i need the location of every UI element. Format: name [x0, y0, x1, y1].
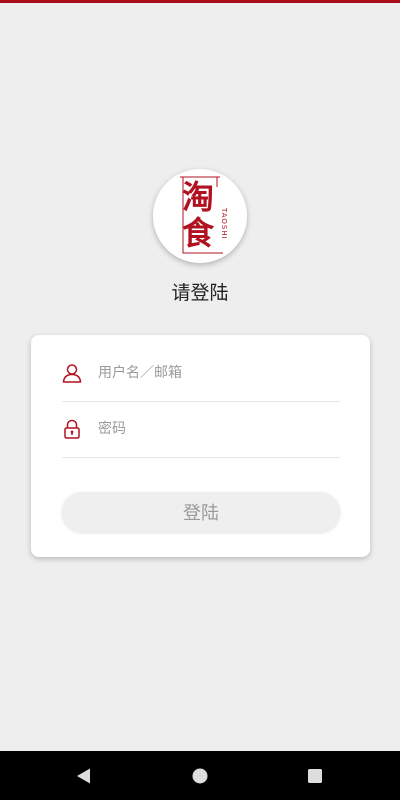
recents-square-icon[interactable] — [304, 765, 326, 787]
user-icon — [62, 364, 82, 383]
logo-char-tao: 淘 — [181, 178, 214, 216]
lock-icon — [64, 419, 80, 439]
app-logo: 淘 食 TAOSHI — [153, 169, 247, 263]
username-row — [62, 345, 340, 402]
password-input[interactable] — [98, 417, 328, 441]
login-button[interactable]: 登陆 — [62, 492, 340, 532]
top-accent-bar — [0, 0, 400, 3]
back-triangle-icon[interactable] — [73, 765, 95, 787]
password-row — [62, 401, 340, 458]
page-title: 请登陆 — [171, 282, 229, 304]
logo-side-text: TAOSHI — [220, 208, 228, 240]
system-nav-bar — [0, 751, 400, 800]
username-input[interactable] — [98, 361, 328, 385]
login-card: 登陆 — [31, 335, 370, 557]
home-circle-icon[interactable] — [189, 765, 211, 787]
logo-char-shi: 食 — [181, 214, 214, 252]
